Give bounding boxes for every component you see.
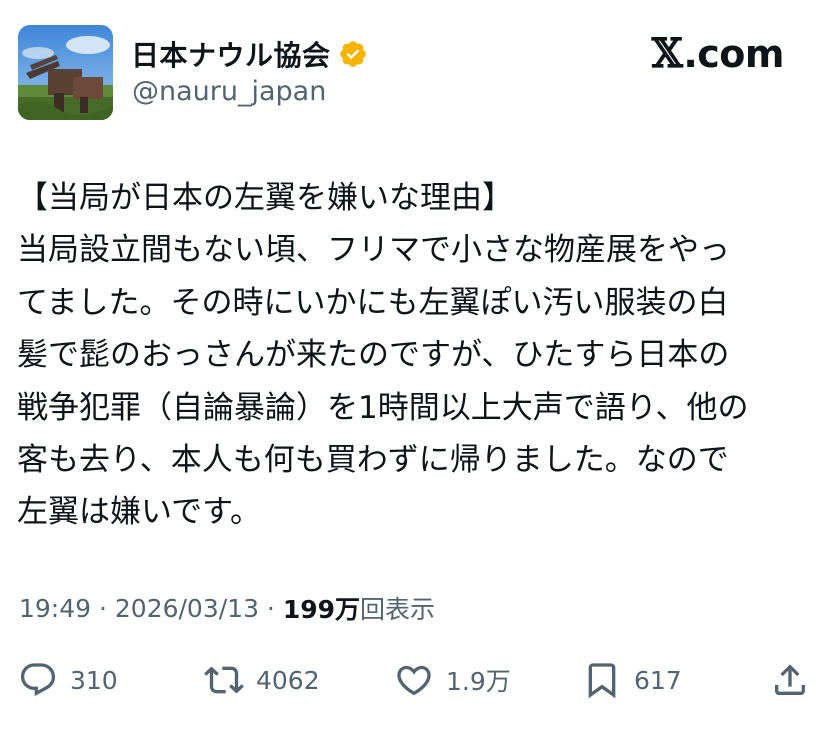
share-icon <box>775 664 805 695</box>
like-button[interactable]: 1.9万 <box>394 655 511 705</box>
views-count: 199万 <box>282 595 361 624</box>
repost-icon <box>204 666 244 694</box>
action-bar: 310 4062 1.9万 617 <box>0 655 828 705</box>
post-meta: 19:49 · 2026/03/13 · 199万 回表示 <box>19 588 435 628</box>
verified-badge-icon <box>339 41 366 67</box>
views-label: 回表示 <box>360 595 436 624</box>
post-text-line: 戦争犯罪（自論暴論）を1時間以上大声で語り、他の <box>17 389 749 426</box>
brand-domain: .com <box>683 31 784 76</box>
bookmark-count: 617 <box>634 665 682 695</box>
reply-icon <box>20 663 56 697</box>
x-com-logo: 𝕏 .com <box>651 30 785 77</box>
post-text-line: 当局設立間もない頃、フリマで小さな物産展をやっ <box>17 232 730 269</box>
post-text-line: 髪で髭のおっさんが来たのですが、ひたすら日本の <box>17 337 730 374</box>
bookmark-button[interactable]: 617 <box>582 655 682 705</box>
post-text-line: 客も去り、本人も何も買わずに帰りました。なので <box>17 441 729 478</box>
meta-separator: · <box>91 593 115 623</box>
repost-count: 4062 <box>256 665 320 695</box>
meta-separator: · <box>258 593 283 623</box>
heart-icon <box>397 665 431 696</box>
post-text-line: てました。その時にいかにも左翼ぽい汚い服装の白 <box>17 284 729 321</box>
post-header: 日本ナウル協会 @nauru_japan 𝕏 .com <box>0 0 828 140</box>
repost-button[interactable]: 4062 <box>204 655 320 705</box>
share-button[interactable] <box>770 655 810 705</box>
display-name[interactable]: 日本ナウル協会 <box>131 34 368 74</box>
display-name-text: 日本ナウル協会 <box>131 39 331 72</box>
post-text-line: 【当局が日本の左翼を嫌いな理由】 <box>17 180 513 216</box>
handle[interactable]: @nauru_japan <box>132 76 326 107</box>
avatar[interactable] <box>18 25 113 120</box>
like-count: 1.9万 <box>446 667 511 696</box>
post-text-line: 左翼は嫌いです。 <box>17 494 261 531</box>
avatar-image <box>18 25 113 120</box>
x-logo-icon: 𝕏 <box>651 30 683 77</box>
post-time[interactable]: 19:49 <box>19 594 91 623</box>
post-date[interactable]: 2026/03/13 <box>115 594 259 623</box>
bookmark-icon <box>588 663 616 699</box>
reply-count: 310 <box>70 665 118 695</box>
post-text: 【当局が日本の左翼を嫌いな理由】 当局設立間もない頃、フリマで小さな物産展をやっ… <box>17 172 807 539</box>
reply-button[interactable]: 310 <box>18 655 118 705</box>
